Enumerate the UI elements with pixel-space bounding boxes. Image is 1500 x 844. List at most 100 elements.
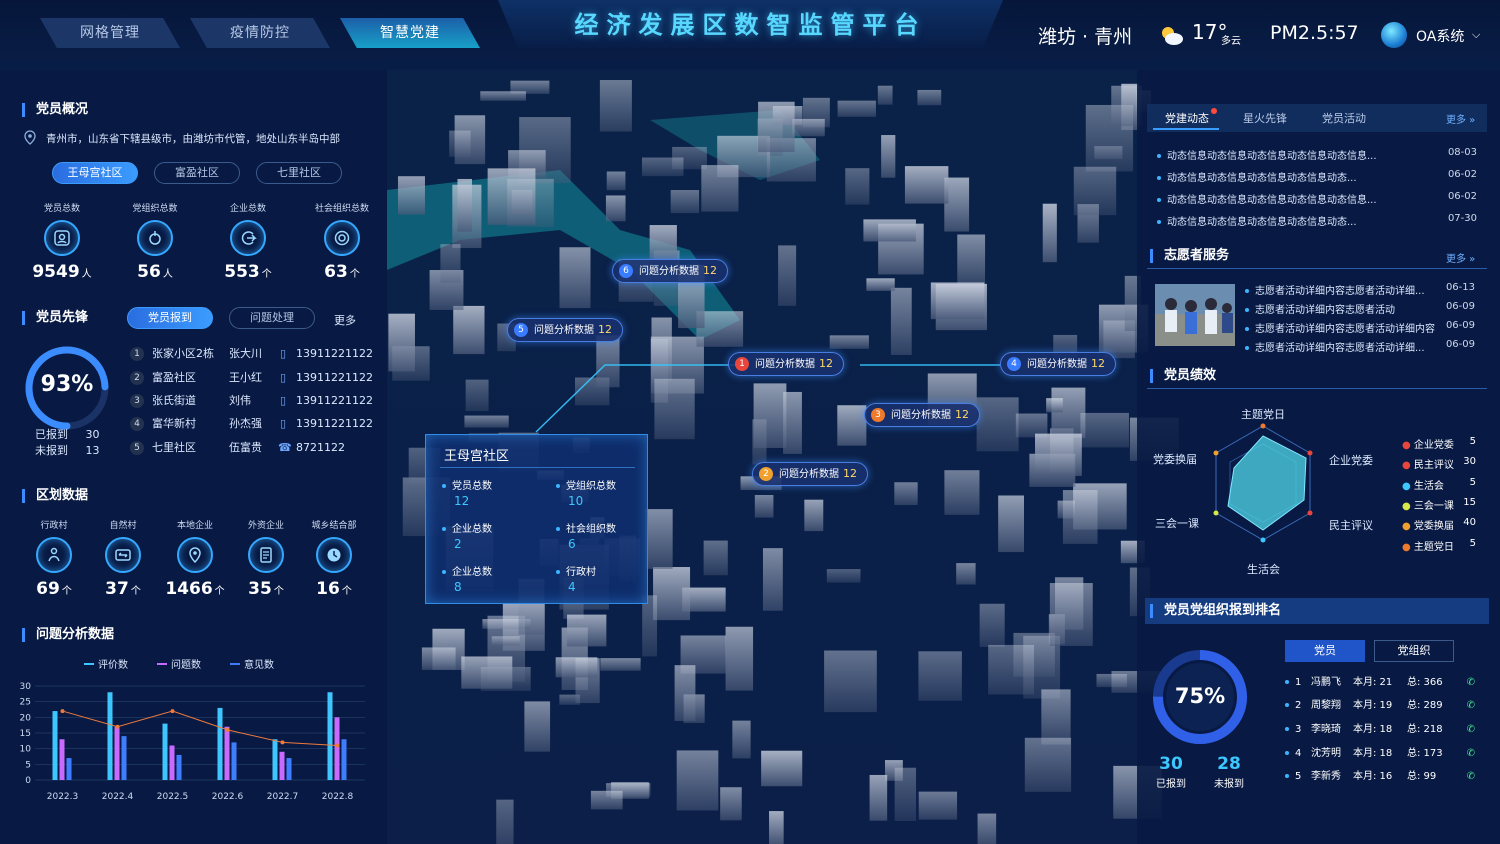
tab-member[interactable]: 党员 [1285, 640, 1365, 662]
legend-label: 意见数 [244, 658, 274, 671]
building [863, 219, 916, 242]
ranking-row[interactable]: 2 周黎翔 本月: 19 总: 289 ✆ [1285, 698, 1475, 714]
stat-value-natural-village: 37 个 [105, 579, 141, 599]
section-title-ranking: 党员党组织报到排名 [1150, 604, 1281, 618]
section-title-volunteer: 志愿者服务 [1150, 249, 1229, 263]
y-tick-label: 5 [25, 760, 31, 770]
building [676, 750, 719, 811]
list-item[interactable]: 5 七里社区 伍富贵 ☎ 8721122 [130, 440, 380, 456]
map-marker-6[interactable]: 6 问题分析数据 12 [612, 259, 728, 283]
bar [334, 717, 340, 780]
building [1062, 490, 1098, 544]
volunteer-item[interactable]: 志愿者活动详细内容志愿者活动 06-09 [1245, 301, 1475, 316]
tab-party-news[interactable]: 党建动态 [1165, 110, 1209, 126]
building [918, 651, 962, 701]
stat-value-social: 63 个 [324, 262, 360, 282]
news-more-link[interactable]: 更多 » [1446, 111, 1475, 126]
building [758, 101, 795, 153]
tab-community-qili[interactable]: 七里社区 [256, 162, 342, 184]
more-link[interactable]: 更多 [334, 312, 356, 328]
x-tick-label: 2022.7 [267, 792, 299, 802]
news-item[interactable]: 动态信息动态信息动态信息动态信息动态信息... 06-02 [1157, 191, 1477, 206]
building [555, 657, 598, 678]
volunteer-more-link[interactable]: 更多 » [1446, 250, 1475, 265]
building [890, 287, 912, 355]
bar [272, 739, 278, 780]
news-item[interactable]: 动态信息动态信息动态信息动态信息动态信息... 08-03 [1157, 147, 1477, 162]
tab-spark-pioneer[interactable]: 星火先锋 [1243, 110, 1287, 126]
map-marker-5[interactable]: 5 问题分析数据 12 [507, 318, 623, 342]
x-tick-label: 2022.4 [102, 792, 134, 802]
trend-point [170, 709, 175, 714]
list-item[interactable]: 1 张家小区2栋 张大川 ▯ 13911221122 [130, 346, 380, 362]
tab-issue-handling[interactable]: 问题处理 [229, 307, 315, 329]
list-item[interactable]: 3 张氏街道 刘伟 ▯ 13911221122 [130, 393, 380, 409]
map-marker-3[interactable]: 3 问题分析数据 12 [864, 403, 980, 427]
address-text: 青州市，山东省下辖县级市，由潍坊市代管，地处山东半岛中部 [46, 133, 340, 145]
map-marker-1[interactable]: 1 问题分析数据 12 [728, 352, 844, 376]
oa-avatar[interactable] [1381, 22, 1407, 48]
building [837, 100, 876, 117]
bar [231, 742, 237, 780]
building [977, 813, 997, 844]
building [701, 165, 739, 212]
tab-community-fuying[interactable]: 富盈社区 [154, 162, 240, 184]
ranking-row[interactable]: 3 李晓琦 本月: 18 总: 218 ✆ [1285, 722, 1475, 738]
legend-item: ● 企业党委 5 [1402, 436, 1476, 451]
ranking-row[interactable]: 4 沈芳明 本月: 18 总: 173 ✆ [1285, 746, 1475, 762]
ranking-row[interactable]: 5 李新秀 本月: 16 总: 99 ✆ [1285, 769, 1475, 785]
stat-label-orgs: 党组织总数 [132, 204, 178, 214]
list-item[interactable]: 2 富盈社区 王小红 ▯ 13911221122 [130, 370, 380, 386]
building [720, 787, 742, 821]
building [641, 157, 684, 177]
community-popup: 王母宫社区 党员总数 12 党组织总数 10 企业总数 2 社会组织数 6 企业… [425, 434, 648, 604]
nav-tab-epidemic[interactable]: 疫情防控 [190, 18, 330, 48]
tab-member-report[interactable]: 党员报到 [127, 307, 213, 329]
mobile-icon: ▯ [280, 417, 287, 430]
nav-tab-grid[interactable]: 网格管理 [40, 18, 180, 48]
ranking-percent: 75% [1174, 684, 1226, 708]
y-tick-label: 25 [20, 698, 31, 708]
oa-system-label[interactable]: OA系统 [1416, 26, 1464, 46]
x-tick-label: 2022.8 [322, 792, 354, 802]
building [894, 482, 918, 506]
nav-tab-party[interactable]: 智慧党建 [340, 18, 480, 48]
legend-item: ● 生活会 5 [1402, 477, 1476, 492]
building [457, 178, 472, 232]
list-item[interactable]: 4 富华新村 孙杰强 ▯ 13911221122 [130, 416, 380, 432]
bar [121, 736, 127, 780]
volunteer-item[interactable]: 志愿者活动详细内容志愿者活动详细内容 06-09 [1245, 320, 1475, 335]
bar [327, 692, 333, 780]
stat-label-local-enterprise: 本地企业 [176, 521, 213, 531]
bar [59, 739, 65, 780]
news-item[interactable]: 动态信息动态信息动态信息动态信息动态... 06-02 [1157, 169, 1477, 184]
stat-value-admin-village: 69 个 [36, 579, 72, 599]
building [461, 656, 513, 689]
map-marker-2[interactable]: 2 问题分析数据 12 [752, 462, 868, 486]
volunteer-item[interactable]: 志愿者活动详细内容志愿者活动详细... 06-13 [1245, 282, 1475, 297]
tab-community-wangmugong[interactable]: 王母宫社区 [52, 162, 138, 184]
section-title-performance: 党员绩效 [1150, 369, 1216, 383]
tab-party-org[interactable]: 党组织 [1374, 640, 1454, 662]
ranking-row[interactable]: 1 冯鹏飞 本月: 21 总: 366 ✆ [1285, 675, 1475, 691]
section-title-issue-analysis: 问题分析数据 [22, 628, 114, 642]
volunteer-item[interactable]: 志愿者活动详细内容志愿者活动详细... 06-09 [1245, 339, 1475, 354]
building [599, 80, 632, 132]
building [1046, 398, 1063, 413]
building [465, 379, 489, 412]
chevron-down-icon[interactable]: ⌵ [1472, 28, 1480, 42]
building [654, 378, 695, 440]
legend-item: ● 党委换届 40 [1402, 517, 1476, 532]
news-item[interactable]: 动态信息动态信息动态信息动态信息动态... 07-30 [1157, 213, 1477, 228]
bar [279, 751, 285, 780]
tab-member-activity[interactable]: 党员活动 [1322, 110, 1366, 126]
social-org-icon [324, 220, 360, 256]
map-marker-4[interactable]: 4 问题分析数据 12 [1000, 352, 1116, 376]
building [837, 405, 867, 446]
building [976, 397, 1019, 452]
building [1073, 166, 1117, 216]
stat-label-admin-village: 行政村 [40, 521, 68, 531]
building [754, 494, 774, 518]
building [804, 499, 824, 532]
building [606, 171, 626, 191]
